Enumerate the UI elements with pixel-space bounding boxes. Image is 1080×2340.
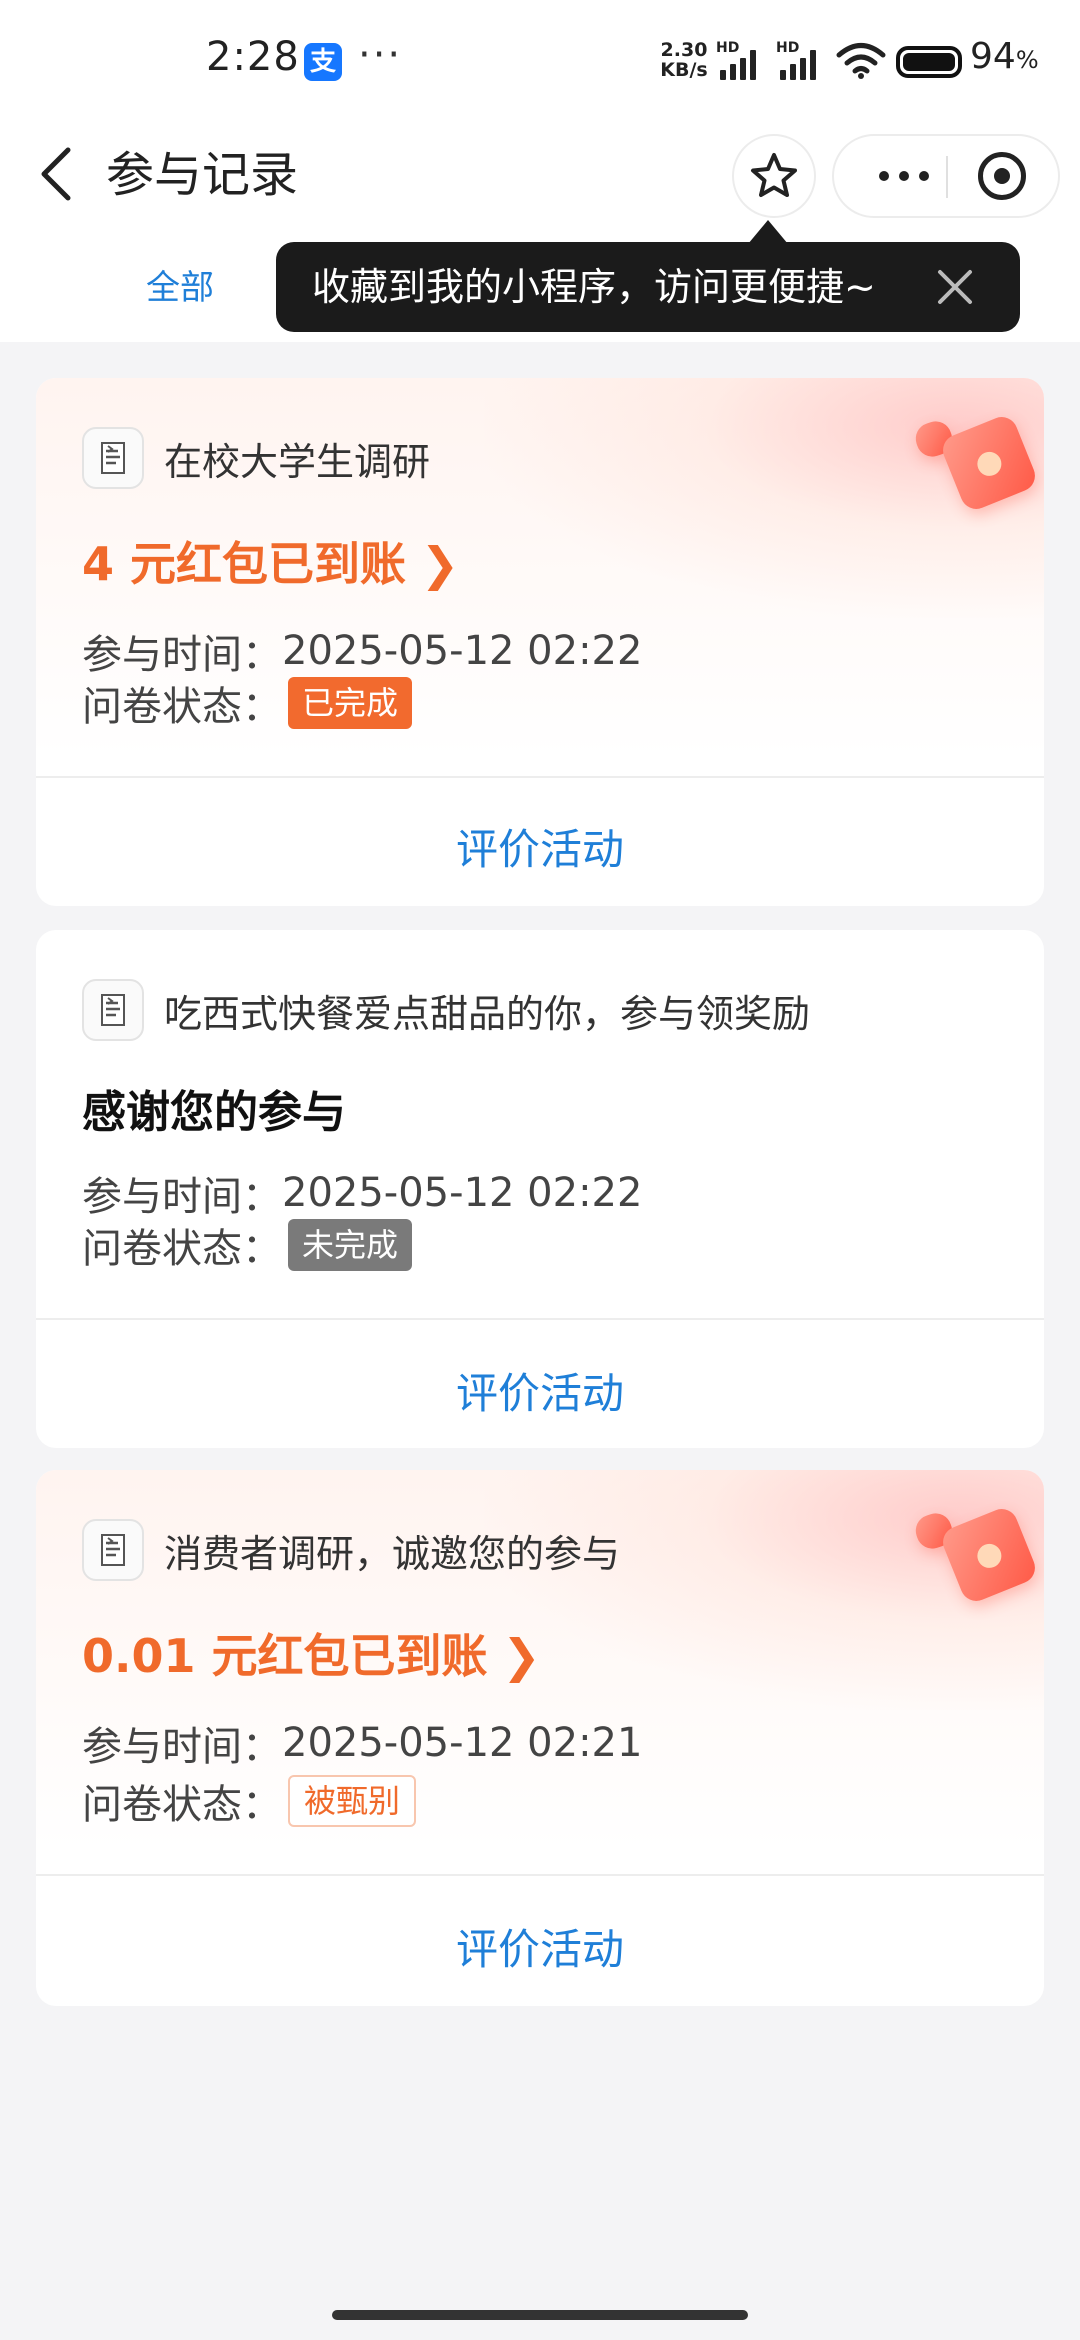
more-button[interactable] bbox=[864, 136, 944, 216]
card-header: 消费者调研，诚邀您的参与 bbox=[82, 1518, 620, 1582]
network-speed: 2.30 KB/s bbox=[656, 40, 712, 80]
participation-time: 参与时间： 2025-05-12 02:22 bbox=[82, 622, 642, 680]
evaluate-button[interactable]: 评价活动 bbox=[36, 1360, 1044, 1421]
time-value: 2025-05-12 02:21 bbox=[282, 1720, 643, 1766]
card-divider bbox=[36, 1874, 1044, 1876]
card-header: 在校大学生调研 bbox=[82, 426, 430, 490]
survey-status: 问卷状态： 已完成 bbox=[82, 674, 413, 732]
status-badge: 已完成 bbox=[288, 677, 413, 729]
navigation-bar: 参与记录 bbox=[0, 120, 1080, 230]
reward-link[interactable]: 0.01 元红包已到账 ❯ bbox=[82, 1620, 541, 1686]
time-label: 参与时间： bbox=[82, 632, 282, 678]
chevron-left-icon bbox=[41, 147, 71, 201]
alipay-icon: 支 bbox=[304, 43, 342, 81]
miniapp-capsule bbox=[832, 134, 1060, 218]
favorite-tooltip: 收藏到我的小程序，访问更便捷~ bbox=[276, 242, 1020, 332]
signal-hd-label-2: HD bbox=[776, 40, 800, 56]
reward-link[interactable]: 4 元红包已到账 ❯ bbox=[82, 528, 459, 594]
tab-all[interactable]: 全部 bbox=[146, 260, 214, 309]
battery-value: 94 bbox=[970, 36, 1016, 77]
survey-title: 在校大学生调研 bbox=[164, 439, 431, 484]
chevron-right-icon: ❯ bbox=[406, 537, 460, 591]
tooltip-arrow bbox=[748, 220, 788, 244]
wifi-icon bbox=[836, 43, 886, 79]
record-card: 在校大学生调研 4 元红包已到账 ❯ 参与时间： 2025-05-12 02:22… bbox=[36, 378, 1044, 906]
status-label: 问卷状态： bbox=[82, 1782, 282, 1828]
time-value: 2025-05-12 02:22 bbox=[282, 628, 643, 674]
chevron-right-icon: ❯ bbox=[487, 1629, 541, 1683]
battery-percent: 94% bbox=[970, 36, 1039, 77]
signal-icon-2: HD bbox=[776, 40, 828, 80]
tooltip-text: 收藏到我的小程序，访问更便捷~ bbox=[312, 265, 876, 309]
reward-text: 感谢您的参与 bbox=[82, 1087, 346, 1138]
status-badge: 未完成 bbox=[288, 1219, 413, 1271]
evaluate-button[interactable]: 评价活动 bbox=[36, 1916, 1044, 1977]
favorite-button[interactable] bbox=[732, 134, 816, 218]
evaluate-button[interactable]: 评价活动 bbox=[36, 816, 1044, 877]
close-miniapp-button[interactable] bbox=[962, 136, 1042, 216]
close-icon[interactable] bbox=[928, 260, 982, 314]
battery-unit: % bbox=[1015, 46, 1039, 74]
time-label: 参与时间： bbox=[82, 1724, 282, 1770]
status-badge: 被甄别 bbox=[288, 1775, 417, 1827]
time-value: 2025-05-12 02:22 bbox=[282, 1170, 643, 1216]
card-divider bbox=[36, 1318, 1044, 1320]
time-label: 参与时间： bbox=[82, 1174, 282, 1220]
status-label: 问卷状态： bbox=[82, 684, 282, 730]
survey-status: 问卷状态： 未完成 bbox=[82, 1216, 413, 1274]
survey-title: 消费者调研，诚邀您的参与 bbox=[164, 1531, 621, 1576]
status-time: 2:28 bbox=[206, 34, 300, 80]
home-indicator[interactable] bbox=[332, 2310, 748, 2320]
card-header: 吃西式快餐爱点甜品的你，参与领奖励 bbox=[82, 978, 810, 1042]
network-speed-value: 2.30 bbox=[660, 39, 708, 61]
back-button[interactable] bbox=[26, 124, 86, 224]
status-bar: 2:28 支 ··· 2.30 KB/s HD HD 94% bbox=[0, 0, 1080, 120]
signal-hd-label: HD bbox=[716, 40, 740, 56]
survey-icon bbox=[82, 1519, 144, 1581]
survey-icon bbox=[82, 427, 144, 489]
status-more-icon: ··· bbox=[358, 32, 403, 78]
target-icon bbox=[978, 152, 1026, 200]
more-dots-icon bbox=[879, 171, 929, 181]
survey-icon bbox=[82, 979, 144, 1041]
reward-text: 4 元红包已到账 bbox=[82, 537, 407, 591]
capsule-divider bbox=[946, 156, 948, 198]
survey-title: 吃西式快餐爱点甜品的你，参与领奖励 bbox=[164, 991, 811, 1036]
battery-icon bbox=[896, 46, 962, 78]
status-label: 问卷状态： bbox=[82, 1226, 282, 1272]
signal-icon: HD bbox=[716, 40, 768, 80]
page-title: 参与记录 bbox=[106, 147, 299, 203]
participation-time: 参与时间： 2025-05-12 02:22 bbox=[82, 1164, 642, 1222]
star-icon bbox=[751, 153, 797, 197]
network-speed-unit: KB/s bbox=[660, 59, 708, 81]
card-divider bbox=[36, 776, 1044, 778]
reward-text: 0.01 元红包已到账 bbox=[82, 1629, 488, 1683]
record-card: 吃西式快餐爱点甜品的你，参与领奖励 感谢您的参与 参与时间： 2025-05-12… bbox=[36, 930, 1044, 1448]
record-card: 消费者调研，诚邀您的参与 0.01 元红包已到账 ❯ 参与时间： 2025-05-… bbox=[36, 1470, 1044, 2006]
participation-time: 参与时间： 2025-05-12 02:21 bbox=[82, 1714, 642, 1772]
survey-status: 问卷状态： 被甄别 bbox=[82, 1772, 417, 1830]
